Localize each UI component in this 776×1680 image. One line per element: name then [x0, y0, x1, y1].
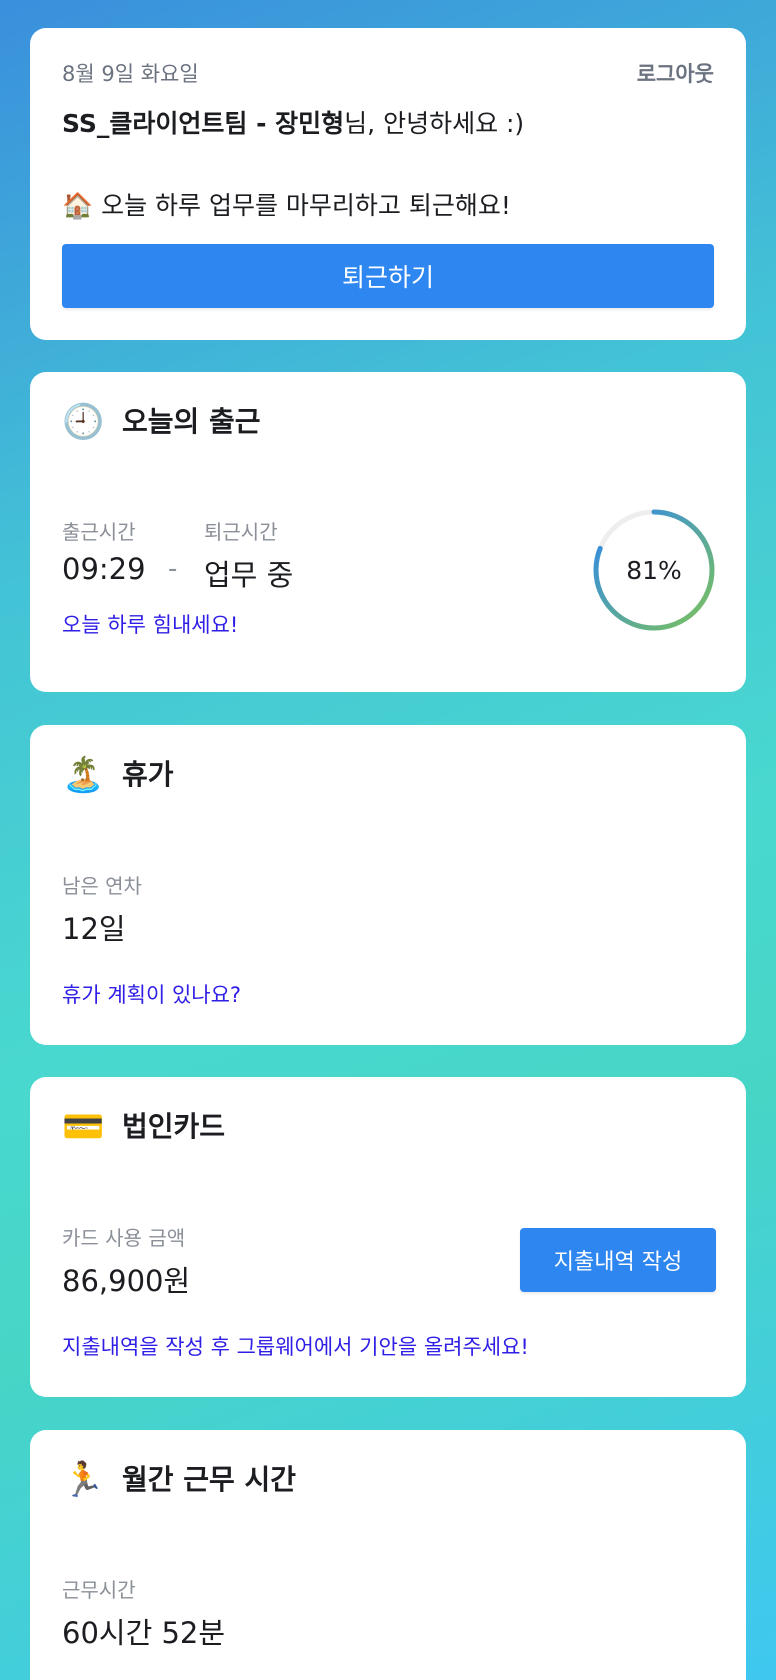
- leave-message-text: 오늘 하루 업무를 마무리하고 퇴근해요!: [101, 191, 511, 220]
- check-out-value: 업무 중: [204, 558, 294, 592]
- running-icon: 🏃: [62, 1460, 105, 1500]
- monthly-hours-title: 월간 근무 시간: [122, 1463, 297, 1496]
- greeting-text: SS_클라이언트팀 - 장민형님, 안녕하세요 :): [62, 104, 524, 140]
- attendance-title: 오늘의 출근: [122, 405, 261, 438]
- house-icon: 🏠: [62, 191, 94, 220]
- work-hours-label: 근무시간: [62, 1578, 136, 1602]
- date-label: 8월 9일 화요일: [62, 62, 199, 86]
- monthly-hours-card: 🏃 월간 근무 시간 근무시간 60시간 52분: [30, 1430, 746, 1680]
- corporate-card-hint: 지출내역을 작성 후 그룹웨어에서 기안을 올려주세요!: [62, 1335, 529, 1359]
- check-in-label: 출근시간: [62, 520, 136, 544]
- corporate-card-title: 법인카드: [122, 1110, 226, 1143]
- vacation-hint[interactable]: 휴가 계획이 있나요?: [62, 979, 241, 1009]
- clock-icon: 🕘: [62, 402, 105, 442]
- credit-card-icon: 💳: [62, 1107, 105, 1147]
- beach-icon: 🏝️: [62, 755, 105, 795]
- card-usage-label: 카드 사용 금액: [62, 1226, 186, 1250]
- vacation-card: 🏝️ 휴가 남은 연차 12일 휴가 계획이 있나요?: [30, 725, 746, 1045]
- remaining-leave-value: 12일: [62, 912, 126, 946]
- check-out-label: 퇴근시간: [204, 520, 278, 544]
- vacation-title: 휴가: [122, 758, 174, 791]
- corporate-card-card: 💳 법인카드 카드 사용 금액 86,900원 지출내역 작성 지출내역을 작성…: [30, 1077, 746, 1397]
- leave-work-button[interactable]: 퇴근하기: [62, 244, 714, 308]
- work-hours-value: 60시간 52분: [62, 1616, 226, 1650]
- check-in-value: 09:29: [62, 552, 146, 586]
- time-separator: -: [168, 554, 178, 584]
- card-usage-value: 86,900원: [62, 1264, 191, 1298]
- attendance-card: 🕘 오늘의 출근 출근시간 09:29 - 퇴근시간 업무 중 81% 오늘 하…: [30, 372, 746, 692]
- greeting-card: 8월 9일 화요일 로그아웃 SS_클라이언트팀 - 장민형님, 안녕하세요 :…: [30, 28, 746, 340]
- logout-button[interactable]: 로그아웃: [637, 58, 714, 88]
- leave-message: 🏠 오늘 하루 업무를 마무리하고 퇴근해요!: [62, 186, 511, 222]
- progress-percent: 81%: [626, 555, 682, 585]
- remaining-leave-label: 남은 연차: [62, 874, 142, 898]
- greeting-suffix: 님, 안녕하세요 :): [344, 109, 525, 138]
- attendance-hint: 오늘 하루 힘내세요!: [62, 613, 239, 637]
- user-name: SS_클라이언트팀 - 장민형: [62, 109, 345, 138]
- write-expense-button[interactable]: 지출내역 작성: [520, 1228, 716, 1292]
